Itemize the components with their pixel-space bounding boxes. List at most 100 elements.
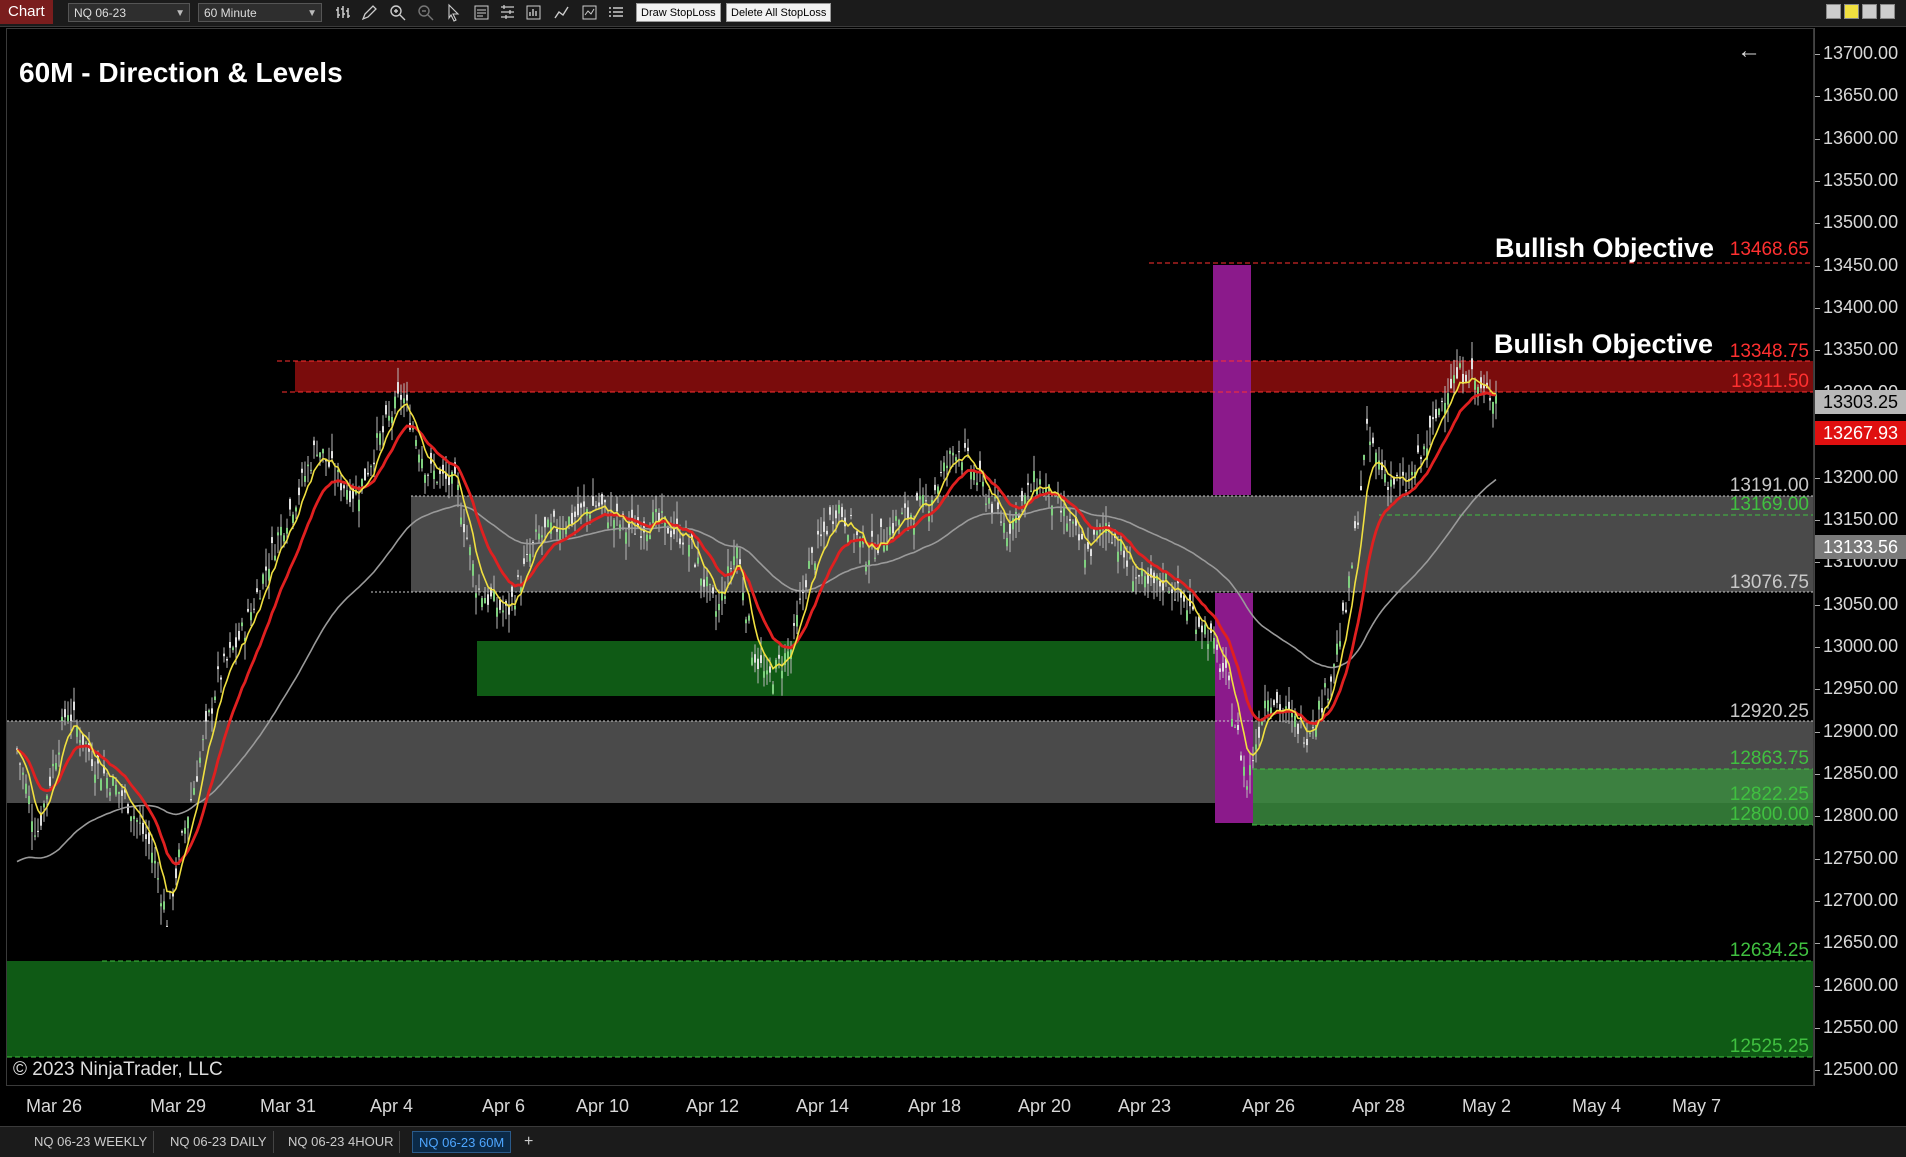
price-tick: 13650.00 [1823, 85, 1899, 106]
level-label-13169: 13169.00 [1729, 494, 1809, 515]
candle-body [1447, 393, 1449, 405]
candle-body [1222, 662, 1224, 672]
minimize-icon[interactable] [1826, 4, 1841, 19]
chart-app-tab[interactable]: Chart [0, 0, 53, 24]
candle-body [397, 382, 399, 394]
pencil-icon[interactable] [360, 3, 379, 22]
candle-body [901, 512, 903, 515]
candle-body [1129, 557, 1131, 559]
candle-body [952, 452, 954, 456]
candle-body [1474, 380, 1476, 390]
properties-icon[interactable] [498, 3, 517, 22]
price-chart[interactable] [7, 29, 1814, 1086]
link-color-icon[interactable] [1844, 4, 1859, 19]
strategies-icon[interactable] [552, 3, 571, 22]
price-tick-mark [1815, 54, 1820, 55]
level-label-12525: 12525.25 [1729, 1036, 1809, 1057]
candle-body [655, 508, 657, 513]
candle-body [388, 415, 390, 421]
candle-body [196, 776, 198, 782]
tab-60m[interactable]: NQ 06-23 60M [412, 1131, 512, 1153]
candle-body [1459, 363, 1461, 368]
add-tab-icon[interactable]: + [518, 1131, 539, 1153]
candle-body [1450, 378, 1452, 389]
candle-body [1255, 744, 1257, 750]
candle-body [1324, 683, 1326, 688]
candle-body [229, 642, 231, 648]
candle-body [694, 564, 696, 567]
candle-body [763, 671, 765, 678]
candle-body [436, 482, 438, 484]
candle-body [916, 493, 918, 501]
price-tick: 12550.00 [1823, 1017, 1899, 1038]
candle-body [331, 451, 333, 459]
candle-body [100, 779, 102, 791]
list-menu-icon[interactable] [606, 3, 625, 22]
indicators-icon[interactable] [580, 3, 599, 22]
templates-icon[interactable] [524, 3, 543, 22]
candle-body [370, 466, 372, 468]
tab-daily[interactable]: NQ 06-23 DAILY [164, 1131, 274, 1153]
candle-body [220, 677, 222, 680]
price-tick-mark [1815, 308, 1820, 310]
candle-body [754, 654, 756, 663]
candle-body [145, 834, 147, 840]
candle-body [421, 458, 423, 469]
candle-body [706, 576, 708, 587]
candle-body [580, 503, 582, 508]
draw-stoploss-button[interactable]: Draw StopLoss [636, 3, 721, 22]
candle-body [574, 511, 576, 517]
tab-4hour[interactable]: NQ 06-23 4HOUR [282, 1131, 401, 1153]
candle-body [1369, 441, 1371, 446]
candle-body [1024, 495, 1026, 505]
candle-body [322, 449, 324, 454]
restore-icon[interactable] [1880, 4, 1895, 19]
instrument-selector[interactable]: NQ 06-23 ▼ [68, 3, 190, 22]
candle-body [769, 666, 771, 673]
candle-body [1069, 519, 1071, 521]
candle-body [1357, 522, 1359, 525]
maximize-icon[interactable] [1862, 4, 1877, 19]
zoom-in-icon[interactable] [388, 3, 407, 22]
candle-body [679, 538, 681, 545]
candle-body [1096, 531, 1098, 535]
date-tick: Apr 10 [576, 1096, 630, 1116]
demand-zone-bottom [7, 961, 1813, 1057]
candle-body [94, 774, 96, 783]
candle-body [307, 464, 309, 467]
candle-body [1084, 559, 1086, 568]
level-label-13076: 13076.75 [1729, 572, 1809, 593]
candle-body [964, 443, 966, 448]
chevron-down-icon: ▼ [175, 8, 185, 19]
zoom-out-icon[interactable] [416, 3, 435, 22]
candle-body [1303, 742, 1305, 744]
data-box-icon[interactable] [472, 3, 491, 22]
tab-weekly[interactable]: NQ 06-23 WEEKLY [28, 1131, 155, 1153]
candle-body [43, 803, 45, 808]
candle-body [373, 462, 375, 465]
candle-body [1291, 713, 1293, 718]
candle-body [1132, 581, 1134, 592]
candle-body [595, 505, 597, 507]
back-arrow-icon[interactable]: ← [1737, 37, 1761, 65]
price-tick-mark [1815, 901, 1820, 902]
cursor-icon[interactable] [444, 3, 463, 22]
candle-body [253, 608, 255, 610]
price-tick-mark [1815, 985, 1820, 987]
candle-body [1006, 537, 1008, 547]
bar-type-icon[interactable] [334, 3, 353, 22]
interval-selector[interactable]: 60 Minute ▼ [198, 3, 322, 22]
candle-body [982, 481, 984, 487]
price-tick-mark [1815, 477, 1820, 479]
candle-body [259, 598, 261, 600]
candle-body [463, 524, 465, 533]
candle-body [349, 490, 351, 503]
candle-body [175, 868, 177, 879]
candle-body [292, 514, 294, 523]
chart-panel[interactable]: 60M - Direction & Levels ← Bullish Objec… [6, 28, 1814, 1086]
delete-all-stoploss-button[interactable]: Delete All StopLoss [726, 3, 832, 22]
candle-body [1327, 698, 1329, 701]
candle-body [247, 608, 249, 612]
date-axis[interactable]: Mar 26 Mar 29 Mar 31 Apr 4 Apr 6 Apr 10 Apr 12… [0, 1086, 1814, 1126]
price-tick: 13200.00 [1823, 466, 1899, 487]
